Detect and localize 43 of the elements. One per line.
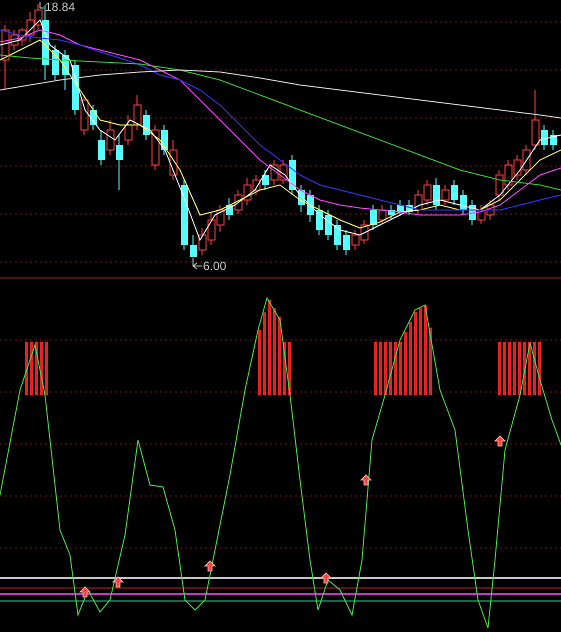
candlestick [226, 198, 233, 220]
candlestick [262, 170, 269, 190]
up-arrow-icon [204, 560, 216, 572]
candlestick [316, 204, 323, 236]
candlestick [370, 204, 377, 230]
candlestick [451, 180, 458, 206]
candlestick [460, 190, 467, 216]
candlestick [334, 220, 341, 250]
candlestick [307, 190, 314, 222]
up-arrow-icon [79, 586, 91, 598]
candlestick [469, 200, 476, 226]
candlestick [170, 140, 178, 180]
candlestick [378, 204, 386, 224]
leader-line [40, 2, 44, 8]
up-arrow-icon [494, 435, 506, 446]
candlestick [442, 184, 450, 206]
candlestick [116, 134, 123, 190]
up-arrow-icon [360, 474, 372, 486]
candlestick [298, 184, 305, 212]
candlestick [433, 178, 440, 210]
candlestick [406, 200, 413, 216]
histogram-bar-cluster [498, 342, 541, 395]
candlestick [190, 234, 197, 258]
candlestick [106, 120, 114, 156]
candlestick [143, 110, 150, 140]
candlestick [181, 180, 188, 250]
candlestick [541, 124, 548, 150]
candlestick [388, 204, 395, 220]
low-price-label: 6.00 [203, 259, 226, 273]
high-price-label: 18.84 [45, 0, 76, 14]
candlestick [397, 200, 404, 216]
candlestick [550, 130, 557, 150]
up-arrow-icon [320, 572, 332, 584]
up-arrow-icon [112, 576, 124, 588]
candlestick [62, 50, 69, 90]
candlestick [325, 210, 332, 240]
candlestick [52, 44, 59, 80]
candlestick [152, 124, 160, 170]
leader-line [192, 258, 202, 270]
histogram-bar-cluster [25, 342, 48, 395]
candlestick [343, 230, 350, 256]
candlestick [80, 94, 88, 136]
candlestick [161, 124, 168, 156]
